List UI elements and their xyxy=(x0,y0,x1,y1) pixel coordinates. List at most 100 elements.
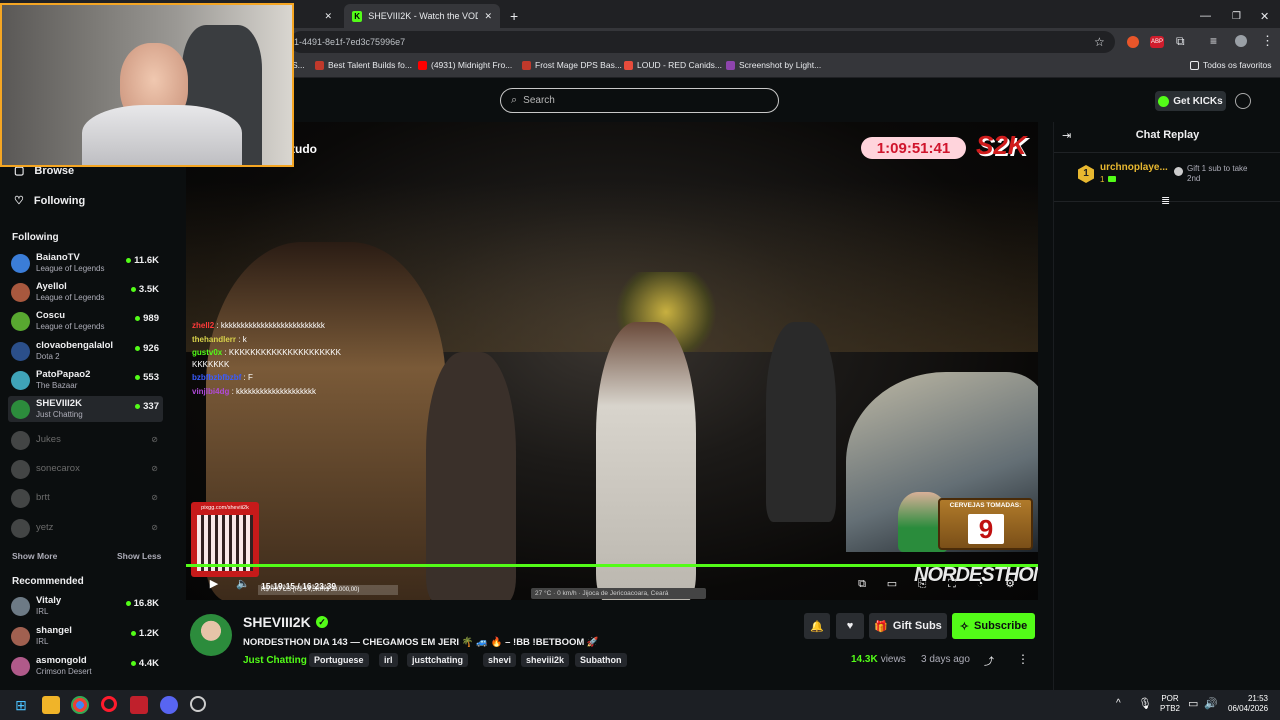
channel-category: League of Legends xyxy=(36,322,105,332)
sidebar-channel-sheviii2k[interactable]: SHEVIII2K Just Chatting 337 xyxy=(8,396,163,422)
tag-shevi[interactable]: shevi xyxy=(483,653,517,667)
app-icon[interactable] xyxy=(190,696,206,712)
clip-icon[interactable]: ⎘ xyxy=(916,578,928,590)
bookmark-item[interactable]: (4931) Midnight Fro... xyxy=(418,60,512,70)
share-icon[interactable]: ⤴ xyxy=(984,653,994,668)
sidebar-channel-clovaobengalalol[interactable]: clovaobengalalol Dota 2 926 xyxy=(8,338,163,364)
close-icon[interactable]: ✕ xyxy=(324,11,332,22)
sidebar-channel-shangel[interactable]: shangel IRL 1.2K xyxy=(8,623,163,649)
channel-name: asmongold xyxy=(36,655,87,666)
verified-check-icon: ✓ xyxy=(316,616,328,628)
mic-icon[interactable]: 🎙 xyxy=(1138,697,1152,710)
network-icon[interactable]: ▭ xyxy=(1188,697,1198,710)
volume-icon[interactable]: 🔈 xyxy=(236,578,250,590)
gift-cta[interactable]: Gift 1 sub to take 2nd xyxy=(1187,164,1257,184)
speed-icon[interactable]: ◔ xyxy=(974,578,986,590)
new-tab-button[interactable]: + xyxy=(502,4,526,28)
channel-name: brtt xyxy=(36,492,50,504)
restore-icon[interactable]: ❐ xyxy=(1224,4,1249,28)
close-tab-icon[interactable]: ✕ xyxy=(484,11,492,22)
tab-active[interactable]: K SHEVIII2K - Watch the VOD on ✕ xyxy=(344,4,500,28)
user-avatar[interactable] xyxy=(1235,93,1251,109)
bookmark-item[interactable]: Frost Mage DPS Bas... xyxy=(522,60,622,70)
media-icon[interactable]: ≡ xyxy=(1210,34,1217,48)
sidebar-channel-offline[interactable]: Jukes ⊘ xyxy=(8,427,163,453)
chat-text: k xyxy=(242,334,247,344)
streamer-shirt xyxy=(82,105,242,165)
miniplayer-icon[interactable]: ⧉ xyxy=(856,578,868,590)
sidebar-channel-offline[interactable]: sonecarox ⊘ xyxy=(8,456,163,482)
tag-justtchating[interactable]: justtchating xyxy=(407,653,468,667)
notify-button[interactable]: 🔔 xyxy=(804,613,830,639)
tag-subathon[interactable]: Subathon xyxy=(575,653,627,667)
profile-avatar[interactable] xyxy=(1235,35,1247,47)
url-field[interactable]: 1-4491-8e1f-7ed3c75996e7 xyxy=(290,31,1115,53)
subscribe-button[interactable]: ✧ Subscribe xyxy=(952,613,1035,639)
sidebar-channel-offline[interactable]: brtt ⊘ xyxy=(8,485,163,511)
theater-icon[interactable]: ▭ xyxy=(886,578,898,590)
channel-name[interactable]: SHEVIII2K xyxy=(243,614,311,630)
language-indicator[interactable]: POR PTB2 xyxy=(1160,694,1180,714)
tray-chevron-icon[interactable]: ^ xyxy=(1116,698,1121,709)
bookmark-item[interactable]: Screenshot by Light... xyxy=(726,60,821,70)
avatar xyxy=(11,657,30,676)
search-input[interactable]: ⌕ Search xyxy=(500,88,779,113)
fullscreen-icon[interactable]: ⛶ xyxy=(946,578,958,590)
follow-button[interactable]: ♥ xyxy=(836,613,864,639)
tag-portuguese[interactable]: Portuguese xyxy=(309,653,369,667)
chrome-icon[interactable] xyxy=(71,696,89,714)
menu-kebab-icon[interactable]: ⋮ xyxy=(1261,33,1274,49)
star-icon[interactable]: ☆ xyxy=(1094,35,1105,49)
bookmark-item[interactable]: Best Talent Builds fo... xyxy=(315,60,412,70)
sidebar-channel-asmongold[interactable]: asmongold Crimson Desert 4.4K xyxy=(8,653,163,679)
clock[interactable]: 21:53 06/04/2026 xyxy=(1228,694,1268,714)
windows-start-icon[interactable]: ⊞ xyxy=(12,696,30,714)
gift-user[interactable]: urchnoplaye... xyxy=(1100,162,1168,173)
settings-gear-icon[interactable]: ⚙ xyxy=(1004,578,1016,590)
adblock-icon[interactable]: ABP xyxy=(1150,36,1164,48)
more-options-icon[interactable]: ⋮ xyxy=(1017,652,1029,666)
viewer-number: 926 xyxy=(143,342,159,354)
url-text: 1-4491-8e1f-7ed3c75996e7 xyxy=(294,37,406,47)
channel-category: Crimson Desert xyxy=(36,667,92,676)
overlay-title: tudo xyxy=(291,142,317,156)
discord-icon[interactable] xyxy=(160,696,178,714)
avatar xyxy=(11,341,30,361)
opera-icon[interactable] xyxy=(101,696,117,712)
gift-subs-button[interactable]: 🎁 Gift Subs xyxy=(869,613,947,639)
show-less-link[interactable]: Show Less xyxy=(117,551,161,561)
offline-icon: ⊘ xyxy=(151,493,158,503)
progress-bar[interactable] xyxy=(186,564,1038,567)
play-icon[interactable]: ▶ xyxy=(208,578,220,590)
sidebar-channel-vitaly[interactable]: Vitaly IRL 16.8K xyxy=(8,593,163,619)
channel-avatar[interactable] xyxy=(190,614,232,656)
all-bookmarks[interactable]: Todos os favoritos xyxy=(1190,60,1272,70)
sidebar-channel-ayellol[interactable]: Ayellol League of Legends 3.5K xyxy=(8,279,163,305)
beer-box: CERVEJAS TOMADAS: 9 xyxy=(938,498,1033,550)
chat-filter-icon[interactable]: ≣ xyxy=(1161,194,1170,207)
tag-sheviii2k[interactable]: sheviii2k xyxy=(521,653,570,667)
extension-fox-icon[interactable] xyxy=(1127,36,1139,48)
sidebar-channel-coscu[interactable]: Coscu League of Legends 989 xyxy=(8,308,163,334)
lang-secondary: PTB2 xyxy=(1160,704,1181,713)
speaker-icon[interactable]: 🔊 xyxy=(1204,697,1218,710)
avatar xyxy=(11,254,30,273)
file-explorer-icon[interactable] xyxy=(42,696,60,714)
bookmark-item[interactable]: LOUD - RED Canids... xyxy=(624,60,722,70)
window-close-icon[interactable]: ✕ xyxy=(1252,4,1277,28)
tag-irl[interactable]: irl xyxy=(379,653,398,667)
minimize-icon[interactable]: — xyxy=(1192,4,1219,28)
sidebar-channel-offline[interactable]: yetz ⊘ xyxy=(8,515,163,541)
nav-following[interactable]: ♡ Following xyxy=(14,194,85,208)
chat-username: vinjlbi4dg xyxy=(192,386,230,396)
extensions-puzzle-icon[interactable]: ⧉ xyxy=(1176,34,1185,49)
sidebar-channel-patopapao2[interactable]: PatoPapao2 The Bazaar 553 xyxy=(8,367,163,393)
video-player[interactable]: tudo 1:09:51:41 S2K zhell2 : kkkkkkkkkkk… xyxy=(186,122,1038,600)
sidebar-channel-baianotv[interactable]: BaianoTV League of Legends 11.6K xyxy=(8,250,163,276)
category-link[interactable]: Just Chatting xyxy=(243,655,307,666)
show-more-link[interactable]: Show More xyxy=(12,551,57,561)
kicks-coin-icon xyxy=(1158,95,1170,107)
prev-tab[interactable]: ✕ xyxy=(300,4,340,28)
obs-app-icon[interactable] xyxy=(130,696,148,714)
get-kicks-button[interactable]: Get KICKs xyxy=(1155,91,1226,111)
